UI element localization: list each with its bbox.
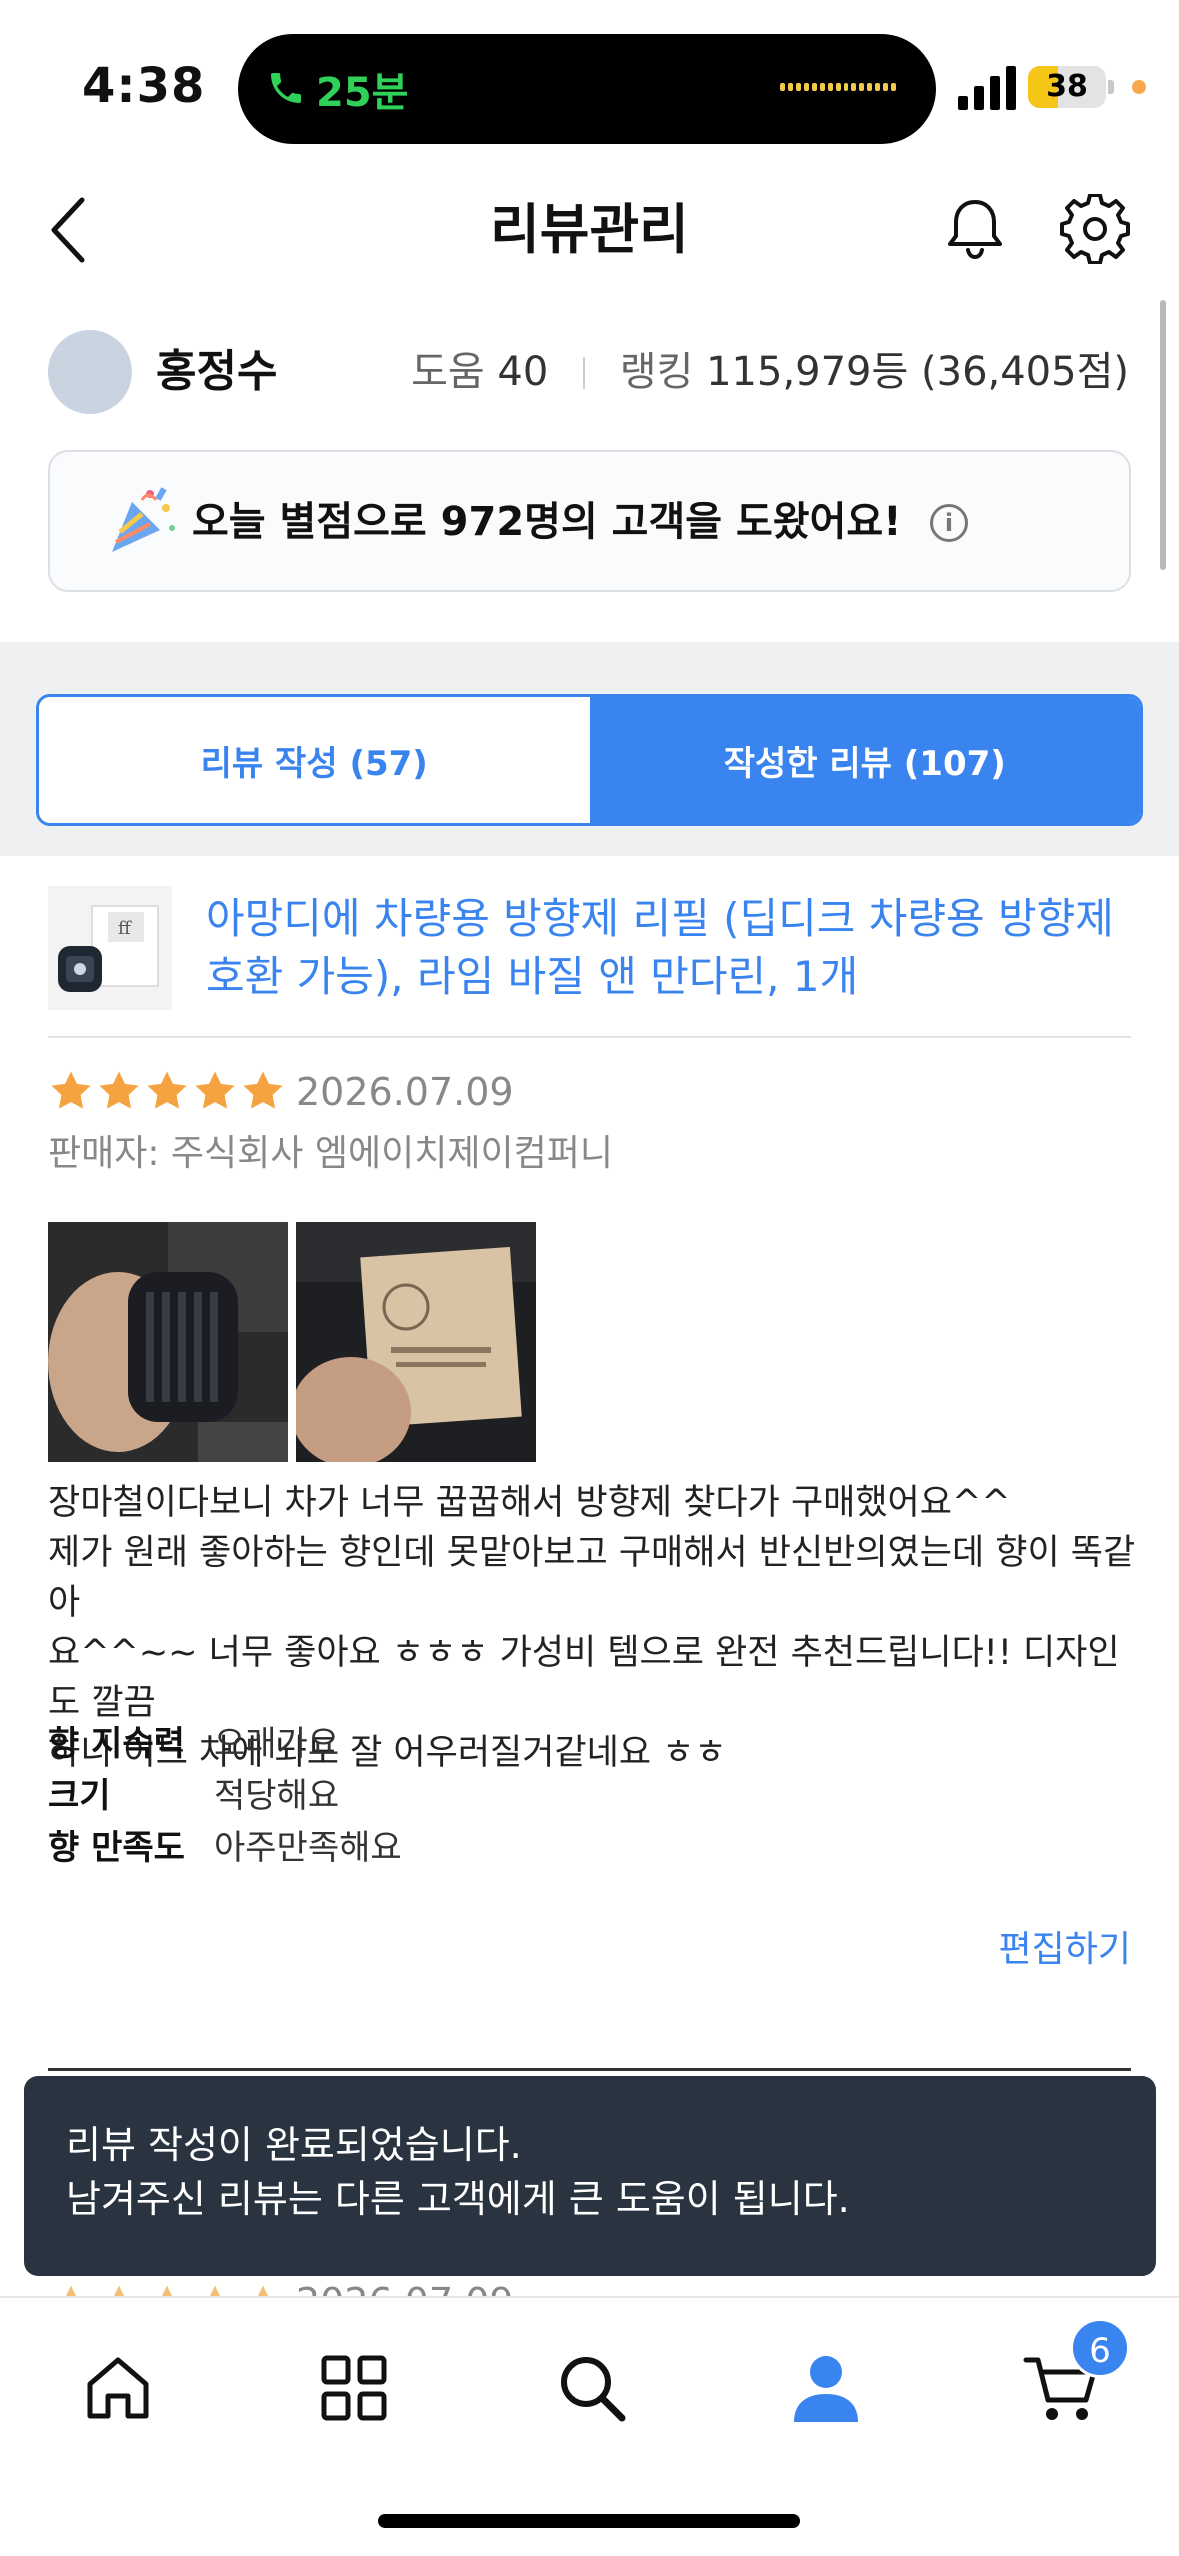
divider xyxy=(48,1036,1131,1038)
user-stats: 도움 40 랭킹 115,979등 (36,405점) xyxy=(411,340,1129,404)
toast-line-2: 남겨주신 리뷰는 다른 고객에게 큰 도움이 됩니다. xyxy=(66,2177,850,2221)
attribute-key: 향 만족도 xyxy=(48,1827,185,1868)
review-line: 요^^~~ 너무 좋아요 ㅎㅎㅎ 가성비 템으로 완전 추천드립니다!! 디자인… xyxy=(48,1633,1120,1723)
search-icon[interactable] xyxy=(552,2348,632,2428)
attribute-value: 오래가요 xyxy=(214,1723,340,1764)
home-icon[interactable] xyxy=(78,2348,158,2428)
bell-icon[interactable] xyxy=(940,194,1010,264)
star-icon xyxy=(99,1071,139,1109)
attribute-value: 적당해요 xyxy=(214,1775,340,1816)
category-icon[interactable] xyxy=(314,2348,394,2428)
rank-value: 115,979등 (36,405점) xyxy=(706,349,1129,395)
review-line: 제가 원래 좋아하는 향인데 못맡아보고 구매해서 반신반의였는데 향이 똑같아 xyxy=(48,1533,1136,1623)
toast-line-1: 리뷰 작성이 완료되었습니다. xyxy=(66,2123,522,2167)
privacy-indicator xyxy=(1132,80,1146,94)
star-icon xyxy=(147,1071,187,1109)
stats-divider xyxy=(583,357,586,389)
review-divider xyxy=(48,2068,1131,2071)
attribute-row: 향 만족도 아주만족해요 xyxy=(48,1818,402,1870)
help-count: 40 xyxy=(497,349,549,395)
call-duration: 25분 xyxy=(316,70,409,116)
info-icon[interactable]: i xyxy=(930,504,968,542)
edit-review-link[interactable]: 편집하기 xyxy=(999,1924,1131,1976)
tab-written-reviews[interactable]: 작성한 리뷰 (107) xyxy=(589,697,1140,823)
my-page-icon[interactable] xyxy=(786,2348,866,2428)
party-popper-icon xyxy=(112,487,175,552)
status-time: 4:38 xyxy=(82,58,206,114)
cart-badge: 6 xyxy=(1070,2318,1130,2378)
attribute-row: 크기 적당해요 xyxy=(48,1766,402,1818)
phone-icon xyxy=(271,73,301,103)
battery-nub xyxy=(1108,80,1114,94)
star-icon xyxy=(195,1071,235,1109)
svg-text:ff: ff xyxy=(118,918,132,939)
waveform-icon xyxy=(780,83,897,91)
battery-icon: 38 xyxy=(1028,66,1106,108)
rank-label: 랭킹 xyxy=(619,349,694,395)
attribute-row: 향 지속력 오래가요 xyxy=(48,1714,402,1766)
tab-write-review[interactable]: 리뷰 작성 (57) xyxy=(39,697,590,823)
attribute-key: 크기 xyxy=(48,1775,111,1816)
help-text-prefix: 오늘 별점으로 xyxy=(192,499,441,545)
toast-message: 리뷰 작성이 완료되었습니다. 남겨주신 리뷰는 다른 고객에게 큰 도움이 됩… xyxy=(24,2076,1156,2276)
product-title[interactable]: 아망디에 차량용 방향제 리필 (딥디크 차량용 방향제 호환 가능), 라임 … xyxy=(206,890,1136,1006)
review-photo-image-1 xyxy=(48,1222,288,1462)
rating-stars xyxy=(48,1068,286,1114)
review-photo-image-2 xyxy=(296,1222,536,1462)
review-photo[interactable] xyxy=(48,1222,288,1462)
help-text-count: 972명 xyxy=(440,499,561,545)
attribute-value: 아주만족해요 xyxy=(214,1827,402,1868)
star-icon xyxy=(243,1071,283,1109)
seller-name: 판매자: 주식회사 엠에이치제이컴퍼니 xyxy=(48,1133,613,1174)
review-tabs: 리뷰 작성 (57) 작성한 리뷰 (107) xyxy=(36,694,1143,826)
review-photo[interactable] xyxy=(296,1222,536,1462)
home-indicator[interactable] xyxy=(378,2514,800,2528)
status-bar: 4:38 25분 38 xyxy=(0,0,1179,170)
gear-icon[interactable] xyxy=(1060,194,1130,264)
review-line: 장마철이다보니 차가 너무 꿉꿉해서 방향제 찾다가 구매했어요^^ xyxy=(48,1483,1011,1523)
header: 리뷰관리 xyxy=(0,170,1179,290)
help-label: 도움 xyxy=(411,349,485,395)
help-banner-text: 오늘 별점으로 972명의 고객을 도왔어요! xyxy=(192,488,901,556)
attribute-key: 향 지속력 xyxy=(48,1723,185,1764)
product-image: ff xyxy=(48,886,172,1010)
review-attributes: 향 지속력 오래가요 크기 적당해요 향 만족도 아주만족해요 xyxy=(48,1714,402,1870)
help-text-suffix: 의 고객을 도왔어요! xyxy=(560,499,902,545)
star-icon xyxy=(51,1071,91,1109)
product-thumbnail[interactable]: ff xyxy=(48,886,172,1010)
review-date: 2026.07.09 xyxy=(296,1070,514,1114)
battery-level: 38 xyxy=(1046,69,1088,104)
avatar[interactable] xyxy=(48,330,132,414)
scrollbar[interactable] xyxy=(1160,300,1166,570)
user-name: 홍정수 xyxy=(156,346,278,397)
signal-icon xyxy=(958,66,1016,110)
help-banner: 오늘 별점으로 972명의 고객을 도왔어요! i xyxy=(48,450,1131,592)
